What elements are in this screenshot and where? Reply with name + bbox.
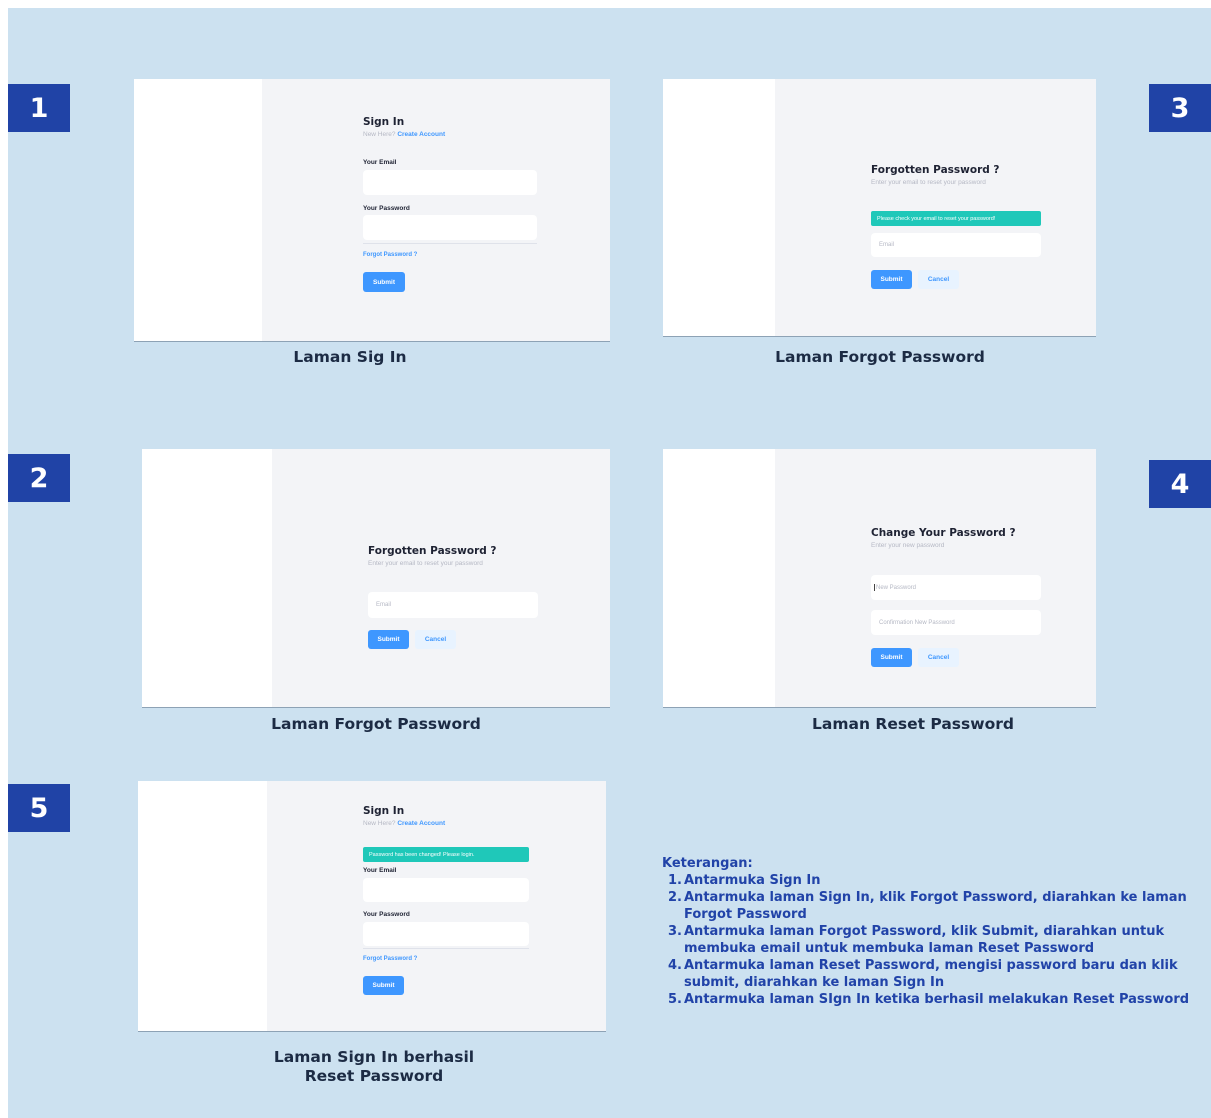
- submit-button[interactable]: Submit: [368, 630, 409, 649]
- create-account-link[interactable]: Create Account: [397, 131, 445, 138]
- notes-list: 1. Antarmuka Sign In 2. Antarmuka laman Si…: [662, 872, 1202, 1008]
- note-item: 5. Antarmuka laman SIgn In ketika berhasi…: [668, 992, 1190, 1007]
- sidebar-blank: [663, 449, 775, 707]
- forgot-alert-screenshot: Forgotten Password ? Enter your email to…: [663, 79, 1096, 337]
- new-here-text: New Here?: [363, 131, 396, 138]
- signin-subtitle: New Here? Create Account: [363, 820, 445, 827]
- submit-button[interactable]: Submit: [363, 272, 405, 292]
- sidebar-blank: [134, 79, 262, 341]
- caption-reset: Laman Reset Password: [812, 715, 1014, 733]
- reset-content: Change Your Password ? Enter your new pa…: [775, 449, 1096, 707]
- step-badge-3: 3: [1149, 84, 1211, 132]
- new-password-field[interactable]: New Password: [871, 575, 1041, 600]
- signin-screenshot: Sign In New Here? Create Account Your Em…: [134, 79, 610, 342]
- email-field[interactable]: [363, 170, 537, 195]
- notes-block: Keterangan: 1. Antarmuka Sign In 2. Antarm…: [662, 855, 1202, 1008]
- step-badge-5: 5: [8, 784, 70, 832]
- notes-heading: Keterangan:: [662, 856, 753, 871]
- password-divider: [363, 948, 529, 949]
- caption-line-1: Laman Sign In berhasil: [273, 1048, 475, 1066]
- forgot-password-link[interactable]: Forgot Password ?: [363, 956, 417, 962]
- note-item: 2. Antarmuka laman Sign In, klik Forgot P…: [668, 890, 1187, 922]
- password-divider: [363, 243, 537, 244]
- sidebar-blank: [663, 79, 775, 336]
- step-badge-2: 2: [8, 454, 70, 502]
- caption-forgot-alert: Laman Forgot Password: [775, 348, 985, 366]
- note-item: 3. Antarmuka laman Forgot Password, klik …: [668, 924, 1165, 956]
- create-account-link[interactable]: Create Account: [397, 820, 445, 827]
- forgot-content: Forgotten Password ? Enter your email to…: [272, 449, 610, 707]
- password-label: Your Password: [363, 205, 410, 212]
- signin-content: Sign In New Here? Create Account Your Em…: [262, 79, 610, 341]
- cancel-button[interactable]: Cancel: [415, 630, 456, 649]
- confirm-password-field[interactable]: Confirmation New Password: [871, 610, 1041, 635]
- sidebar-blank: [138, 781, 267, 1031]
- submit-button[interactable]: Submit: [363, 976, 404, 995]
- cancel-button[interactable]: Cancel: [918, 648, 959, 667]
- step-badge-4: 4: [1149, 460, 1211, 508]
- forgot-password-link[interactable]: Forgot Password ?: [363, 252, 417, 258]
- forgot-subtitle: Enter your email to reset your password: [871, 179, 986, 186]
- signin-title: Sign In: [363, 805, 405, 817]
- cancel-button[interactable]: Cancel: [918, 270, 959, 289]
- forgot-screenshot: Forgotten Password ? Enter your email to…: [142, 449, 610, 708]
- caption-signin: Laman Sig In: [293, 348, 407, 366]
- new-here-text: New Here?: [363, 820, 396, 827]
- reset-title: Change Your Password ?: [871, 527, 1016, 539]
- check-email-alert: Please check your email to reset your pa…: [871, 211, 1041, 226]
- sidebar-blank: [142, 449, 272, 707]
- email-label: Your Email: [363, 159, 397, 166]
- text-cursor: [874, 584, 875, 591]
- caption-signin-success: Laman Sign In berhasil Reset Password: [224, 1048, 524, 1086]
- forgot-subtitle: Enter your email to reset your password: [368, 560, 483, 567]
- step-badge-1: 1: [8, 84, 70, 132]
- note-item: 4. Antarmuka laman Reset Password, mengis…: [668, 958, 1178, 990]
- signin-title: Sign In: [363, 116, 405, 128]
- password-changed-alert: Password has been changed! Please login.: [363, 847, 529, 862]
- signin-subtitle: New Here? Create Account: [363, 131, 445, 138]
- caption-forgot: Laman Forgot Password: [271, 715, 481, 733]
- forgot-title: Forgotten Password ?: [871, 164, 1000, 176]
- email-field[interactable]: Email: [368, 592, 538, 618]
- new-password-placeholder: New Password: [876, 584, 917, 591]
- submit-button[interactable]: Submit: [871, 270, 912, 289]
- email-label: Your Email: [363, 867, 397, 874]
- password-label: Your Password: [363, 911, 410, 918]
- note-item: 1. Antarmuka Sign In: [668, 873, 821, 888]
- password-field[interactable]: [363, 922, 529, 946]
- reset-subtitle: Enter your new password: [871, 542, 945, 549]
- email-field[interactable]: [363, 878, 529, 902]
- password-field[interactable]: [363, 215, 537, 240]
- signin-success-screenshot: Sign In New Here? Create Account Passwor…: [138, 781, 606, 1032]
- forgot-title: Forgotten Password ?: [368, 545, 497, 557]
- email-field[interactable]: Email: [871, 233, 1041, 257]
- signin-success-content: Sign In New Here? Create Account Passwor…: [267, 781, 606, 1031]
- forgot-alert-content: Forgotten Password ? Enter your email to…: [775, 79, 1096, 336]
- submit-button[interactable]: Submit: [871, 648, 912, 667]
- caption-line-2: Reset Password: [304, 1067, 444, 1085]
- reset-screenshot: Change Your Password ? Enter your new pa…: [663, 449, 1096, 708]
